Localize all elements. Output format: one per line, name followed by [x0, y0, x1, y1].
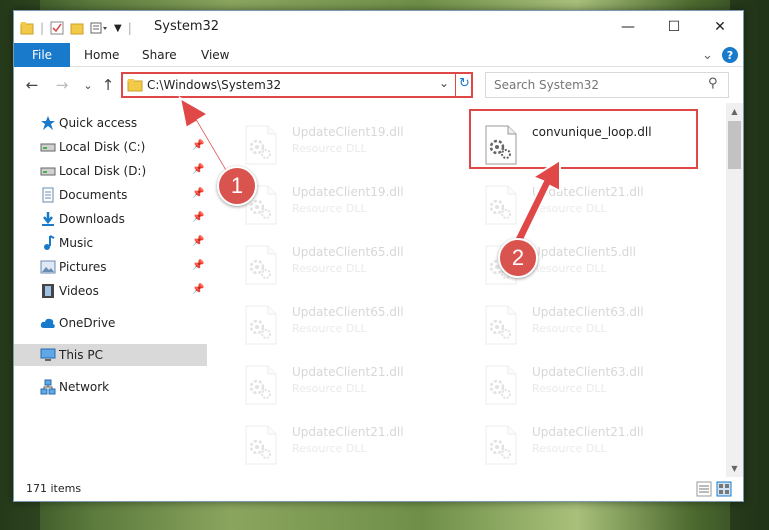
step-1-badge: 1: [217, 166, 257, 206]
arrow-2-icon: [510, 158, 561, 250]
annotation-arrows: [178, 96, 561, 250]
step-2-badge: 2: [498, 238, 538, 278]
